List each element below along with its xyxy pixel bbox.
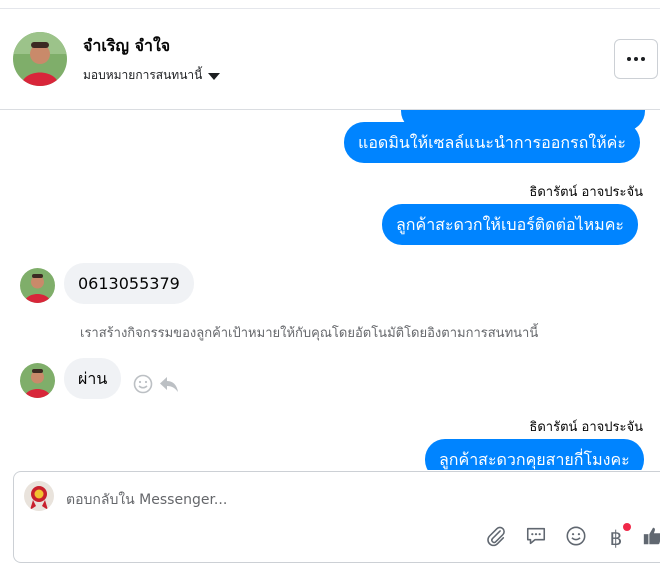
contact-name: จำเริญ จำใจ <box>83 36 171 55</box>
sender-label: ธิดารัตน์ อาจประจัน <box>529 185 643 200</box>
message-bubble-outgoing: ลูกค้าสะดวกให้เบอร์ติดต่อไหมคะ <box>382 204 639 245</box>
emoji-icon <box>565 525 587 551</box>
message-bubble-incoming: 0613055379 <box>64 263 194 304</box>
contact-avatar-small <box>20 363 55 398</box>
caret-down-icon <box>208 72 221 80</box>
saved-replies-button[interactable] <box>523 524 549 552</box>
thumbs-up-icon <box>642 525 660 551</box>
payment-button[interactable]: ฿ <box>603 523 631 552</box>
message-bubble-outgoing: ลูกค้าสะดวกคุยสายกี่โมงคะ <box>425 439 644 470</box>
conversation-header: จำเริญ จำใจ มอบหมายการสนทนานี้ <box>0 9 660 110</box>
assign-conversation-label: มอบหมายการสนทนานี้ <box>83 68 203 82</box>
ellipsis-icon <box>627 57 631 61</box>
reply-composer: ฿ <box>13 471 660 563</box>
react-emoji-icon[interactable] <box>133 374 153 398</box>
more-options-button[interactable] <box>614 39 658 79</box>
like-button[interactable] <box>640 524 660 552</box>
reply-input[interactable] <box>66 482 626 518</box>
attach-file-button[interactable] <box>483 524 509 552</box>
page-avatar <box>24 481 54 511</box>
sender-label: ธิดารัตน์ อาจประจัน <box>529 420 643 435</box>
system-note: เราสร้างกิจกรรมของลูกค้าเป้าหมายให้กับคุ… <box>80 326 539 341</box>
emoji-button[interactable] <box>563 524 589 552</box>
paperclip-icon <box>485 525 507 551</box>
contact-avatar-small <box>20 268 55 303</box>
message-thread[interactable]: แอดมินให้เซลล์แนะนำการออกรถให้ค่ะ ธิดารั… <box>0 110 660 470</box>
assign-conversation-dropdown[interactable]: มอบหมายการสนทนานี้ <box>83 66 221 85</box>
reply-icon[interactable] <box>159 374 179 398</box>
message-bubble-incoming: ผ่าน <box>64 358 122 399</box>
saved-reply-icon <box>525 525 547 551</box>
composer-toolbar: ฿ <box>14 523 660 554</box>
baht-icon: ฿ <box>609 526 623 550</box>
message-bubble-outgoing: แอดมินให้เซลล์แนะนำการออกรถให้ค่ะ <box>344 122 640 163</box>
contact-avatar[interactable] <box>13 32 67 86</box>
notification-dot <box>623 523 631 531</box>
